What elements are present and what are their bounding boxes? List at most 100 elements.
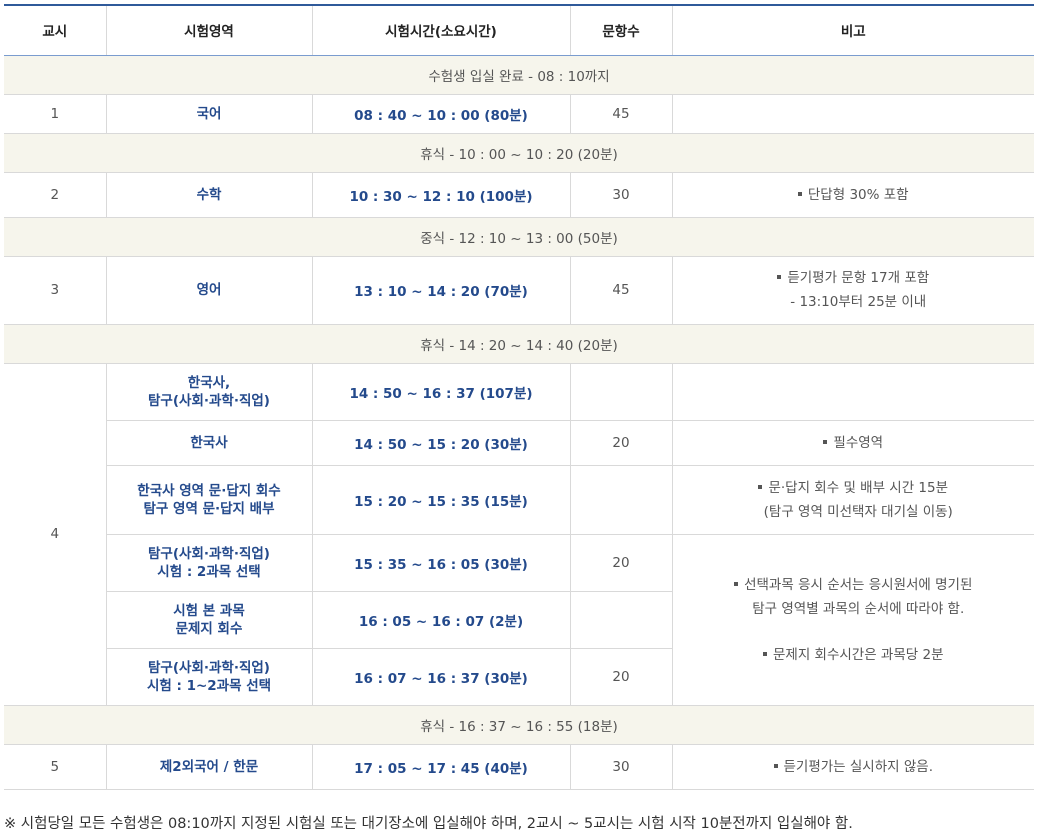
header-count: 문항수 [569,4,673,56]
table-row: 탐구(사회·과학·직업) 시험 : 2과목 선택 15 : 35 ~ 16 : … [4,533,1034,706]
bullet-icon [734,581,739,586]
remark-cell [671,362,1034,421]
subject-cell: 영어 [105,255,313,325]
subject-cell: 한국사, 탐구(사회·과학·직업) [105,362,313,421]
header-time: 시험시간(소요시간) [311,4,571,56]
subject-line: 시험 : 2과목 선택 [157,563,261,580]
subject-line: 한국사 [190,434,228,451]
subject-line: 탐구 영역 문·답지 배부 [143,500,275,517]
time-cell: 15 : 35 ~ 16 : 05 (30분) [311,533,571,592]
subject-cell: 한국사 [106,419,313,466]
header-remark: 비고 [671,4,1034,56]
period-number: 1 [4,93,107,134]
remark-text: 선택과목 응시 순서는 응시원서에 명기된 [744,576,973,593]
count-cell: 45 [569,93,673,134]
remark-cell: 필수영역 [671,419,1034,466]
count-cell [569,362,673,421]
subject-cell: 탐구(사회·과학·직업) 시험 : 2과목 선택 [106,533,313,592]
break-row: 중식 - 12 : 10 ~ 13 : 00 (50분) [4,216,1034,257]
subject-line: 탐구(사회·과학·직업) [148,545,270,562]
lunch-time: 중식 - 12 : 10 ~ 13 : 00 (50분) [4,216,1034,257]
time-cell: 15 : 20 ~ 15 : 35 (15분) [311,464,571,535]
time-cell: 16 : 05 ~ 16 : 07 (2분) [311,590,571,649]
subject-line: 문제지 회수 [175,620,243,637]
bullet-icon [773,763,778,768]
remark-cell [671,93,1034,134]
remark-line: 단답형 30% 포함 [679,183,1029,207]
subject-cell: 탐구(사회·과학·직업) 시험 : 1~2과목 선택 [106,647,313,706]
time-cell: 14 : 50 ~ 15 : 20 (30분) [311,419,571,466]
period-number: 5 [4,743,107,790]
table-row: 4 한국사, 탐구(사회·과학·직업) 14 : 50 ~ 16 : 37 (1… [4,362,1034,706]
subject-line: 탐구(사회·과학·직업) [148,392,270,409]
time-cell: 10 : 30 ~ 12 : 10 (100분) [311,171,571,218]
remark-subline: - 13:10부터 25분 이내 [790,294,927,310]
remark-text: 필수영역 [833,434,884,451]
subject-line: 시험 : 1~2과목 선택 [146,677,272,694]
header-period: 교시 [4,4,107,56]
subject-cell: 국어 [105,93,313,134]
bullet-icon [797,191,802,196]
subject-line: 한국사 영역 문·답지 회수 [137,482,281,499]
break-time: 휴식 - 10 : 00 ~ 10 : 20 (20분) [4,132,1034,173]
remark-line: 듣기평가 문항 17개 포함 [679,266,1029,290]
remark-text: 문제지 회수시간은 과목당 2분 [772,646,944,663]
remark-text: 단답형 30% 포함 [807,186,909,203]
period-number: 4 [4,362,107,706]
remark-subline: (탐구 영역 미선택자 대기실 이동) [763,503,953,520]
break-time: 휴식 - 14 : 20 ~ 14 : 40 (20분) [4,323,1034,364]
count-cell: 20 [569,647,672,706]
count-cell: 20 [569,533,673,592]
count-cell: 30 [569,743,673,790]
time-cell: 14 : 50 ~ 16 : 37 (107분) [311,362,571,421]
count-cell [569,590,672,649]
header-area: 시험영역 [105,4,313,56]
exam-schedule-table: 교시 시험영역 시험시간(소요시간) 문항수 비고 수험생 입실 완료 - 08… [4,4,1034,790]
remark-cell: 단답형 30% 포함 [671,171,1034,218]
footnote: ※ 시험당일 모든 수험생은 08:10까지 지정된 시험실 또는 대기장소에 … [4,816,853,832]
remark-line: 듣기평가는 실시하지 않음. [679,755,1029,779]
count-cell: 45 [569,255,673,325]
count-cell [569,464,673,535]
time-cell: 13 : 10 ~ 14 : 20 (70분) [311,255,571,325]
remark-subline: 탐구 영역별 과목의 순서에 따라야 함. [752,600,965,617]
break-row: 휴식 - 14 : 20 ~ 14 : 40 (20분) [4,323,1034,364]
remark-line: 문제지 회수시간은 과목당 2분 [679,643,1029,667]
break-row: 휴식 - 10 : 00 ~ 10 : 20 (20분) [4,132,1034,173]
bullet-icon [823,439,828,444]
subject-line: 시험 본 과목 [173,602,245,619]
bullet-icon [758,484,763,489]
bullet-icon [777,275,782,279]
period-number: 3 [4,255,107,325]
remark-text: 문·답지 회수 및 배부 시간 15분 [768,479,949,496]
remark-line: 문·답지 회수 및 배부 시간 15분 [679,476,1029,500]
break-row: 휴식 - 16 : 37 ~ 16 : 55 (18분) [4,704,1034,745]
table-header-row: 교시 시험영역 시험시간(소요시간) 문항수 비고 [4,4,1034,56]
subject-cell: 수학 [105,171,313,218]
remark-text: 듣기평가 문항 17개 포함 [787,270,930,286]
time-cell: 16 : 07 ~ 16 : 37 (30분) [311,647,571,706]
subject-line: 한국사, [187,374,231,391]
remark-line: 필수영역 [679,431,1029,455]
bullet-icon [762,651,767,656]
count-cell: 30 [569,171,673,218]
subject-cell: 제2외국어 / 한문 [105,743,313,790]
subject-cell: 한국사 영역 문·답지 회수 탐구 영역 문·답지 배부 [106,464,313,535]
subject-cell: 시험 본 과목 문제지 회수 [106,590,313,649]
time-cell: 17 : 05 ~ 17 : 45 (40분) [311,743,571,790]
table-row: 한국사 14 : 50 ~ 15 : 20 (30분) 20 필수영역 [4,419,1034,466]
time-cell: 08 : 40 ~ 10 : 00 (80분) [311,93,571,134]
subject-line: 탐구(사회·과학·직업) [148,659,270,676]
table-row: 1 국어 08 : 40 ~ 10 : 00 (80분) 45 [4,93,1034,134]
remark-line: 선택과목 응시 순서는 응시원서에 명기된 [679,573,1029,597]
table-row: 5 제2외국어 / 한문 17 : 05 ~ 17 : 45 (40분) 30 … [4,743,1034,790]
remark-cell: 듣기평가 문항 17개 포함 - 13:10부터 25분 이내 [671,255,1034,325]
table-row: 한국사 영역 문·답지 회수 탐구 영역 문·답지 배부 15 : 20 ~ 1… [4,464,1034,535]
remark-cell: 듣기평가는 실시하지 않음. [671,743,1034,790]
table-row: 3 영어 13 : 10 ~ 14 : 20 (70분) 45 듣기평가 문항 … [4,255,1034,325]
table-row: 2 수학 10 : 30 ~ 12 : 10 (100분) 30 단답형 30%… [4,171,1034,218]
remark-text: 듣기평가는 실시하지 않음. [783,758,934,775]
remark-cell: 문·답지 회수 및 배부 시간 15분 (탐구 영역 미선택자 대기실 이동) [671,464,1034,535]
period-number: 2 [4,171,107,218]
break-time: 휴식 - 16 : 37 ~ 16 : 55 (18분) [4,704,1034,745]
